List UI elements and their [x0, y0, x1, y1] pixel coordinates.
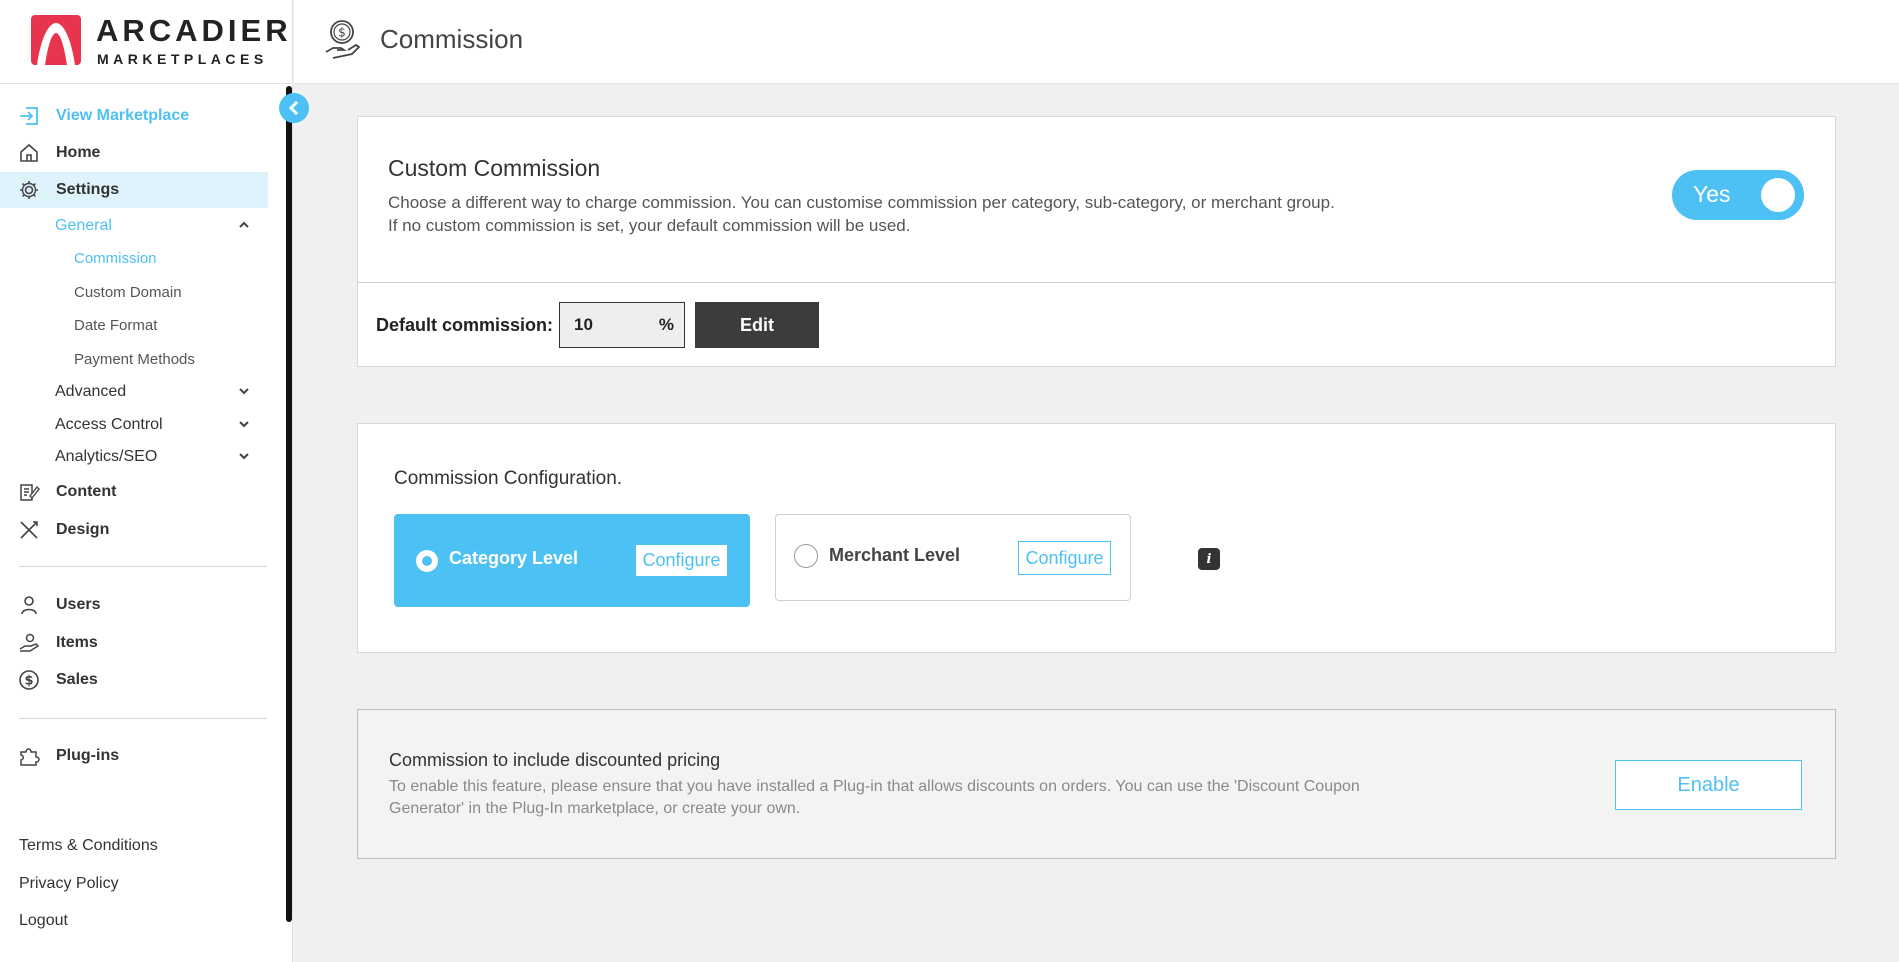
category-configure-button[interactable]: Configure [636, 545, 727, 576]
chevron-down-icon [239, 388, 249, 395]
sidebar-sub2-custom-domain[interactable]: Custom Domain [74, 279, 182, 305]
sidebar-scrollbar[interactable] [286, 86, 292, 922]
sidebar-sub-advanced[interactable]: Advanced [55, 378, 250, 406]
sidebar-divider [19, 566, 267, 567]
discount-description-2: Generator' in the Plug-In marketplace, o… [389, 800, 801, 817]
sidebar-item-plug-ins[interactable]: Plug-ins [0, 738, 268, 774]
sidebar-item-label: Settings [56, 181, 120, 198]
sidebar-item-label: View Marketplace [56, 107, 190, 124]
privacy-link[interactable]: Privacy Policy [19, 875, 119, 893]
discount-description: To enable this feature, please ensure th… [389, 778, 1360, 795]
sidebar-divider [19, 718, 267, 719]
page-title: Commission [380, 24, 524, 54]
sidebar-item-label: Sales [56, 671, 98, 688]
sidebar-sub-label: Access Control [55, 416, 163, 433]
sidebar-sub-label: Advanced [55, 383, 127, 400]
sidebar-item-settings[interactable]: Settings [0, 172, 268, 208]
logo-text: ARCADIER [96, 13, 292, 48]
default-commission-field[interactable]: 10 % [559, 302, 685, 348]
sidebar: ARCADIER MARKETPLACES View Marketplace H… [0, 0, 309, 962]
custom-commission-description-2: If no custom commission is set, your def… [388, 216, 911, 235]
top-bar: $ Commission [294, 0, 1899, 84]
sidebar-item-label: Content [56, 483, 117, 500]
sidebar-item-content[interactable]: Content [0, 474, 268, 510]
discount-title: Commission to include discounted pricing [389, 750, 721, 770]
sidebar-item-label: Home [56, 144, 101, 161]
chevron-up-icon [239, 221, 249, 228]
merchant-configure-button[interactable]: Configure [1018, 541, 1111, 575]
percent-unit: % [658, 315, 674, 334]
app-root: ARCADIER MARKETPLACES View Marketplace H… [0, 0, 1899, 962]
merchant-level-radio[interactable] [794, 544, 818, 568]
category-level-radio[interactable] [416, 550, 438, 572]
category-level-option[interactable]: Category Level Configure [394, 514, 750, 607]
sidebar-sub2-label: Payment Methods [74, 350, 195, 368]
commission-configuration-card: Commission Configuration. Category Level… [357, 423, 1836, 653]
logo-mark-icon [31, 15, 81, 65]
collapse-sidebar-button[interactable] [279, 93, 309, 123]
sidebar-item-items[interactable]: Items [0, 625, 268, 661]
sidebar-sub-general[interactable]: General [55, 212, 250, 240]
info-icon[interactable]: i [1198, 548, 1220, 570]
sidebar-sub2-label: Date Format [74, 316, 158, 334]
svg-text:$: $ [338, 26, 346, 40]
sidebar-sub-analytics-seo[interactable]: Analytics/SEO [55, 443, 250, 471]
sidebar-item-label: Design [56, 521, 110, 538]
sidebar-item-label: Items [56, 634, 98, 651]
svg-text:$: $ [24, 674, 33, 689]
home-icon [18, 142, 40, 164]
sidebar-sub-label: Analytics/SEO [55, 448, 158, 465]
logo-subtext: MARKETPLACES [97, 51, 268, 67]
custom-commission-description: Choose a different way to charge commiss… [388, 193, 1335, 212]
sidebar-item-home[interactable]: Home [0, 135, 268, 171]
gear-icon [18, 179, 40, 201]
dollar-icon: $ [18, 669, 40, 691]
option-label: Merchant Level [829, 545, 961, 565]
tools-icon [18, 519, 40, 541]
sidebar-sub2-label: Custom Domain [74, 283, 182, 301]
custom-commission-title: Custom Commission [388, 155, 601, 181]
chevron-left-icon [288, 101, 299, 115]
sidebar-sub2-payment-methods[interactable]: Payment Methods [74, 346, 195, 372]
sidebar-sub-label: General [55, 217, 112, 234]
enable-button[interactable]: Enable [1615, 760, 1802, 810]
sidebar-item-label: Plug-ins [56, 747, 120, 764]
default-commission-label: Default commission: [376, 315, 554, 335]
sidebar-sub2-date-format[interactable]: Date Format [74, 312, 157, 338]
terms-link[interactable]: Terms & Conditions [19, 837, 158, 855]
default-commission-value: 10 [574, 315, 593, 334]
sidebar-sub2-label: Commission [74, 249, 157, 267]
sidebar-sub2-commission[interactable]: Commission [74, 245, 157, 271]
merchant-level-option[interactable]: Merchant Level Configure [775, 514, 1131, 601]
discount-pricing-card: Commission to include discounted pricing… [357, 709, 1836, 859]
custom-commission-card: Custom Commission Choose a different way… [357, 116, 1836, 367]
sidebar-item-view-marketplace[interactable]: View Marketplace [0, 98, 268, 134]
puzzle-icon [18, 745, 40, 767]
sidebar-item-users[interactable]: Users [0, 587, 268, 623]
edit-button[interactable]: Edit [695, 302, 819, 348]
toggle-knob [1761, 178, 1795, 212]
chevron-down-icon [239, 421, 249, 428]
toggle-label: Yes [1693, 181, 1731, 207]
sidebar-item-label: Users [56, 596, 101, 613]
card-divider [358, 282, 1835, 283]
custom-commission-toggle[interactable]: Yes [1672, 170, 1804, 220]
chevron-down-icon [239, 453, 249, 460]
sidebar-sub-access-control[interactable]: Access Control [55, 411, 250, 439]
enter-icon [18, 105, 40, 127]
logout-link[interactable]: Logout [19, 912, 68, 930]
commission-icon: $ [322, 18, 362, 62]
user-icon [18, 594, 40, 616]
edit-icon [18, 481, 40, 503]
hand-icon [18, 632, 40, 654]
logo[interactable]: ARCADIER MARKETPLACES [0, 0, 293, 84]
sidebar-item-design[interactable]: Design [0, 512, 268, 548]
configuration-title: Commission Configuration. [394, 468, 623, 489]
sidebar-item-sales[interactable]: $ Sales [0, 662, 268, 698]
option-label: Category Level [449, 548, 579, 568]
